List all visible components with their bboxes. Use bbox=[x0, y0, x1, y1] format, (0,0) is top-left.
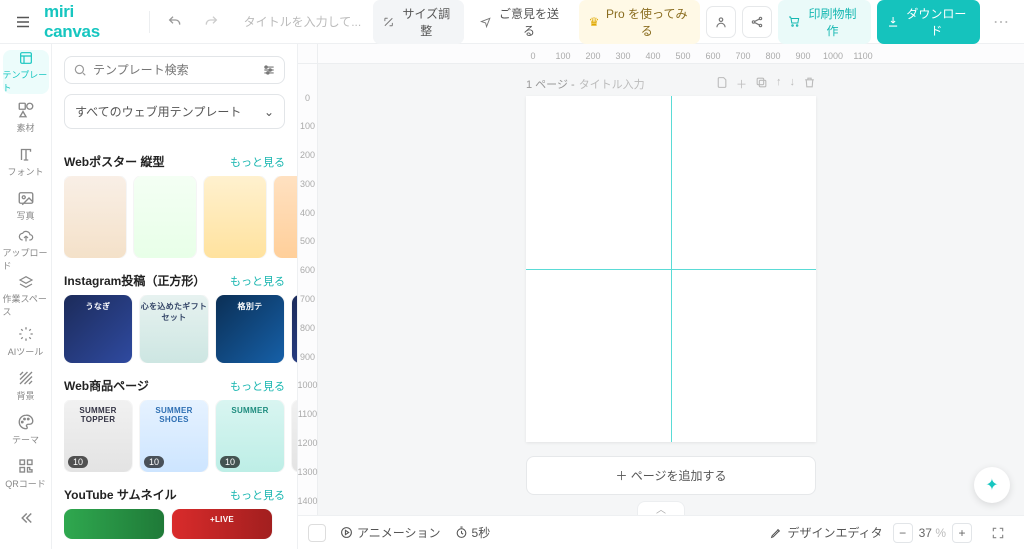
page-down-icon[interactable]: ↓ bbox=[790, 76, 796, 92]
app-button[interactable] bbox=[706, 6, 736, 38]
canvas-area: 010020030040050060070080090010001100 010… bbox=[298, 44, 1024, 549]
zoom-value[interactable]: 37 % bbox=[919, 526, 946, 540]
template-thumb[interactable]: +LIVE bbox=[172, 509, 272, 539]
template-search[interactable] bbox=[64, 56, 285, 84]
zoom-control: − 37 % + bbox=[893, 523, 972, 543]
design-title-input[interactable]: タイトルを入力して... bbox=[238, 9, 368, 34]
template-category-select[interactable]: すべてのウェブ用テンプレート ⌄ bbox=[64, 94, 285, 129]
see-more-link[interactable]: もっと見る bbox=[230, 378, 285, 394]
template-thumb[interactable] bbox=[292, 400, 297, 472]
sidenav-upload[interactable]: アップロード bbox=[3, 228, 49, 272]
template-thumb[interactable]: SUMMER10 bbox=[216, 400, 284, 472]
sidenav-qr[interactable]: QRコード bbox=[3, 453, 49, 495]
sidenav-workspace[interactable]: 作業スペース bbox=[3, 274, 49, 318]
template-thumb[interactable] bbox=[64, 509, 164, 539]
page-memo-icon[interactable] bbox=[715, 76, 728, 92]
redo-button[interactable] bbox=[196, 6, 226, 38]
pro-upgrade-button[interactable]: ♛ Pro を使ってみる bbox=[579, 0, 700, 44]
templates-panel: すべてのウェブ用テンプレート ⌄ Webポスター 縦型 もっと見る bbox=[52, 44, 298, 549]
menu-button[interactable] bbox=[8, 6, 38, 38]
share-button[interactable] bbox=[742, 6, 772, 38]
page-add-icon[interactable]: ＋ bbox=[736, 76, 747, 92]
sidenav-background[interactable]: 背景 bbox=[3, 365, 49, 407]
collapse-sidebar-button[interactable] bbox=[3, 497, 49, 539]
resize-button[interactable]: サイズ調整 bbox=[373, 0, 464, 44]
section-title: Web商品ページ bbox=[64, 377, 149, 394]
template-thumb[interactable] bbox=[134, 176, 196, 258]
feedback-button[interactable]: ご意見を送る bbox=[470, 0, 573, 44]
zoom-out-button[interactable]: − bbox=[893, 523, 913, 543]
page-duplicate-icon[interactable] bbox=[755, 76, 768, 92]
design-page[interactable] bbox=[526, 96, 816, 442]
guide-horizontal bbox=[526, 269, 816, 270]
sidenav-elements[interactable]: 素材 bbox=[3, 96, 49, 138]
sidenav-ai[interactable]: AIツール bbox=[3, 320, 49, 362]
help-fab[interactable]: ✦ bbox=[974, 467, 1010, 503]
animation-button[interactable]: アニメーション bbox=[340, 524, 441, 541]
template-thumb[interactable] bbox=[204, 176, 266, 258]
template-thumb[interactable]: SUMMER TOPPER10 bbox=[64, 400, 132, 472]
template-thumb[interactable] bbox=[292, 295, 297, 363]
sidenav-templates[interactable]: テンプレート bbox=[3, 50, 49, 94]
template-thumb[interactable]: 格別テ bbox=[216, 295, 284, 363]
ruler-horizontal: 010020030040050060070080090010001100 bbox=[318, 44, 1024, 64]
canvas-viewport[interactable]: 1 ページ - タイトル入力 ＋ ↑ ↓ ＋ ページを追加する bbox=[318, 64, 1024, 515]
zoom-in-button[interactable]: + bbox=[952, 523, 972, 543]
page-up-icon[interactable]: ↑ bbox=[776, 76, 782, 92]
see-more-link[interactable]: もっと見る bbox=[230, 487, 285, 503]
ruler-corner bbox=[298, 44, 318, 64]
page-delete-icon[interactable] bbox=[803, 76, 816, 92]
template-thumb[interactable] bbox=[64, 176, 126, 258]
crown-icon: ♛ bbox=[589, 15, 600, 29]
section-instagram: Instagram投稿（正方形） もっと見る うなぎ 心を込めたギフトセット 格… bbox=[64, 272, 297, 363]
brand-logo: miri canvas bbox=[44, 2, 129, 42]
page-label: 1 ページ - bbox=[526, 76, 575, 92]
page-header: 1 ページ - タイトル入力 ＋ ↑ ↓ bbox=[526, 76, 816, 92]
undo-button[interactable] bbox=[160, 6, 190, 38]
section-web-poster: Webポスター 縦型 もっと見る bbox=[64, 153, 297, 258]
duration-button[interactable]: 5秒 bbox=[455, 524, 491, 541]
see-more-link[interactable]: もっと見る bbox=[230, 273, 285, 289]
chevron-down-icon: ⌄ bbox=[264, 105, 274, 119]
section-title: Webポスター 縦型 bbox=[64, 153, 164, 170]
section-youtube: YouTube サムネイル もっと見る +LIVE bbox=[64, 486, 297, 539]
template-thumb[interactable] bbox=[274, 176, 297, 258]
sidenav-photo[interactable]: 写真 bbox=[3, 184, 49, 226]
add-page-button[interactable]: ＋ ページを追加する bbox=[526, 456, 816, 495]
design-editor-button[interactable]: デザインエディタ bbox=[770, 524, 882, 541]
section-title: YouTube サムネイル bbox=[64, 486, 177, 503]
search-icon bbox=[73, 63, 87, 77]
template-thumb[interactable]: うなぎ bbox=[64, 295, 132, 363]
download-button[interactable]: ダウンロード bbox=[877, 0, 980, 44]
top-bar: miri canvas タイトルを入力して... サイズ調整 ご意見を送る ♛ … bbox=[0, 0, 1024, 44]
bottom-bar: アニメーション 5秒 デザインエディタ − 37 % + bbox=[298, 515, 1024, 549]
more-button[interactable]: ⋯ bbox=[986, 6, 1016, 38]
sidenav-theme[interactable]: テーマ bbox=[3, 409, 49, 451]
fit-screen-button[interactable] bbox=[982, 517, 1014, 549]
template-thumb[interactable]: 心を込めたギフトセット bbox=[140, 295, 208, 363]
search-filter-icon[interactable] bbox=[262, 63, 276, 77]
see-more-link[interactable]: もっと見る bbox=[230, 154, 285, 170]
template-thumb[interactable]: SUMMER SHOES10 bbox=[140, 400, 208, 472]
background-color-swatch[interactable] bbox=[308, 524, 326, 542]
section-web-product: Web商品ページ もっと見る SUMMER TOPPER10 SUMMER SH… bbox=[64, 377, 297, 472]
main: テンプレート 素材 フォント 写真 アップロード 作業スペース AIツール 背 bbox=[0, 44, 1024, 549]
template-search-input[interactable] bbox=[93, 63, 256, 77]
sidenav-font[interactable]: フォント bbox=[3, 140, 49, 182]
section-title: Instagram投稿（正方形） bbox=[64, 272, 205, 289]
page-title-input[interactable]: タイトル入力 bbox=[579, 76, 645, 92]
ruler-vertical: 0100200300400500600700800900100011001200… bbox=[298, 64, 318, 515]
side-nav: テンプレート 素材 フォント 写真 アップロード 作業スペース AIツール 背 bbox=[0, 44, 52, 549]
print-order-button[interactable]: 印刷物制作 bbox=[778, 0, 870, 44]
pages-drawer-handle[interactable]: ︿ bbox=[637, 501, 685, 515]
